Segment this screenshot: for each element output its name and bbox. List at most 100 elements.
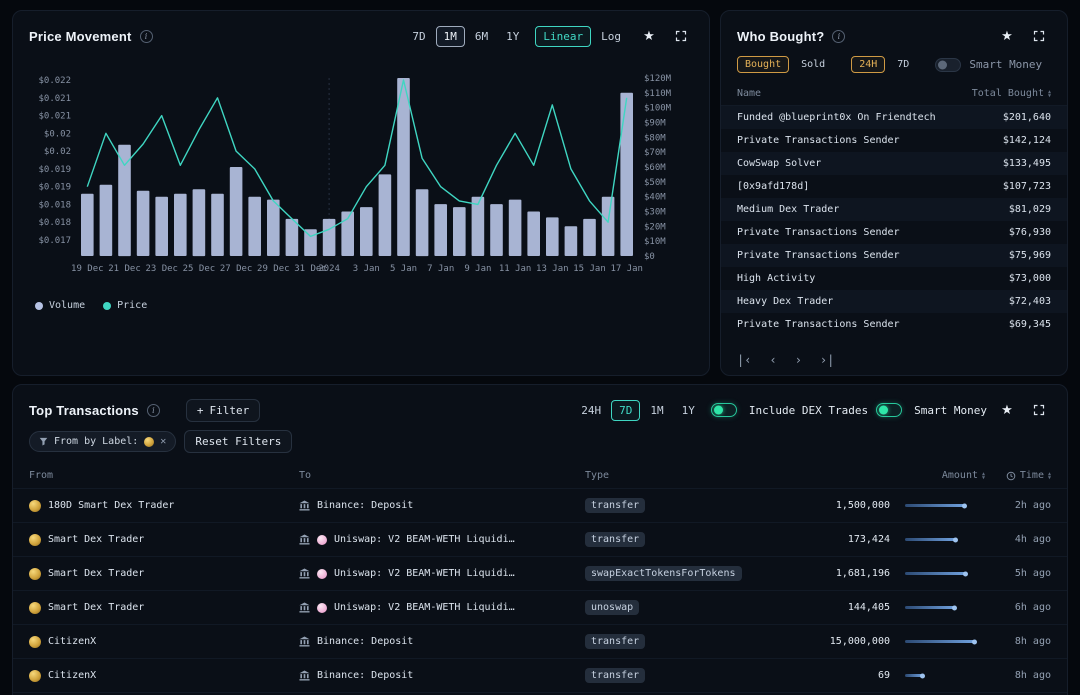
column-total-bought[interactable]: Total Bought ▲▼ — [972, 88, 1051, 99]
range-1m-button[interactable]: 1M — [642, 400, 671, 421]
column-from[interactable]: From — [29, 470, 299, 481]
amount-bar — [905, 640, 975, 643]
svg-text:2024: 2024 — [318, 264, 340, 274]
who-bought-row[interactable]: Private Transactions Sender$75,969 — [721, 244, 1067, 267]
wallet-label[interactable]: Private Transactions Sender — [737, 227, 900, 238]
from-cell[interactable]: Smart Dex Trader — [29, 568, 299, 580]
from-cell[interactable]: CitizenX — [29, 636, 299, 648]
filter-chip-from-by-label[interactable]: From by Label: ✕ — [29, 431, 176, 452]
transaction-row[interactable]: Smart Dex TraderUniswap: V2 BEAM-WETH Li… — [13, 522, 1067, 556]
info-icon[interactable]: i — [832, 30, 845, 43]
total-bought-value: $73,000 — [1009, 273, 1051, 284]
column-name[interactable]: Name — [737, 88, 761, 99]
amount-value: 1,681,196 — [836, 568, 890, 579]
prev-page-button[interactable]: ‹ — [769, 353, 776, 367]
range-1y-button[interactable]: 1Y — [674, 400, 703, 421]
transaction-row[interactable]: Smart Dex TraderUniswap: V2 BEAM-WETH Li… — [13, 590, 1067, 624]
info-icon[interactable]: i — [147, 404, 160, 417]
from-cell[interactable]: Smart Dex Trader — [29, 602, 299, 614]
range-24h-button[interactable]: 24H — [573, 400, 609, 421]
close-icon[interactable]: ✕ — [160, 436, 166, 447]
column-time[interactable]: Time ▲▼ — [1006, 470, 1051, 481]
from-cell[interactable]: CitizenX — [29, 670, 299, 682]
to-cell[interactable]: Uniswap: V2 BEAM-WETH Liquidi… — [299, 602, 585, 613]
wallet-label[interactable]: Private Transactions Sender — [737, 135, 900, 146]
total-bought-value: $107,723 — [1003, 181, 1051, 192]
to-cell[interactable]: Binance: Deposit — [299, 670, 585, 681]
uniswap-icon — [317, 535, 327, 545]
wallet-label[interactable]: [0x9afd178d] — [737, 181, 809, 192]
range-1y-button[interactable]: 1Y — [498, 26, 527, 47]
expand-icon[interactable] — [1027, 24, 1051, 48]
smart-money-toggle[interactable] — [876, 403, 902, 417]
price-chart-svg[interactable]: $0.022$0.021$0.021$0.02$0.02$0.019$0.019… — [28, 60, 694, 292]
svg-text:19 Dec: 19 Dec — [71, 264, 104, 274]
to-cell[interactable]: Uniswap: V2 BEAM-WETH Liquidi… — [299, 568, 585, 579]
wallet-label[interactable]: Funded @blueprint0x On Friendtech — [737, 112, 936, 123]
from-cell[interactable]: 180D Smart Dex Trader — [29, 500, 299, 512]
range-1m-button[interactable]: 1M — [436, 26, 465, 47]
reset-filters-button[interactable]: Reset Filters — [184, 430, 292, 453]
favorite-star-icon[interactable]: ★ — [995, 24, 1019, 48]
transaction-row[interactable]: CitizenXBinance: Deposittransfer15,000,0… — [13, 624, 1067, 658]
range-7d-button[interactable]: 7D — [611, 400, 640, 421]
coin-icon — [29, 602, 41, 614]
column-type[interactable]: Type — [585, 470, 821, 481]
range-24h-button[interactable]: 24H — [851, 56, 885, 73]
range-6m-button[interactable]: 6M — [467, 26, 496, 47]
who-bought-row[interactable]: Medium Dex Trader$81,029 — [721, 198, 1067, 221]
next-page-button[interactable]: › — [795, 353, 802, 367]
time-value: 6h ago — [1015, 602, 1051, 613]
scale-log-button[interactable]: Log — [593, 26, 629, 47]
add-filter-button[interactable]: + Filter — [186, 399, 260, 422]
favorite-star-icon[interactable]: ★ — [637, 24, 661, 48]
wallet-label[interactable]: CowSwap Solver — [737, 158, 821, 169]
plus-icon: + — [197, 404, 204, 417]
who-bought-row[interactable]: Heavy Dex Trader$72,403 — [721, 290, 1067, 313]
from-cell[interactable]: Smart Dex Trader — [29, 534, 299, 546]
wallet-label[interactable]: Private Transactions Sender — [737, 250, 900, 261]
amount-bar-fill — [905, 538, 956, 541]
range-7d-button[interactable]: 7D — [404, 26, 433, 47]
to-cell[interactable]: Binance: Deposit — [299, 636, 585, 647]
svg-text:23 Dec: 23 Dec — [145, 264, 178, 274]
include-dex-trades-toggle[interactable] — [711, 403, 737, 417]
smart-money-toggle[interactable] — [935, 58, 961, 72]
expand-icon[interactable] — [669, 24, 693, 48]
transaction-row[interactable]: Smart Dex TraderUniswap: V2 BEAM-WETH Li… — [13, 556, 1067, 590]
last-page-button[interactable]: ›| — [820, 353, 834, 367]
who-bought-row[interactable]: Private Transactions Sender$69,345 — [721, 313, 1067, 336]
who-bought-row[interactable]: High Activity $73,000 — [721, 267, 1067, 290]
transaction-row[interactable]: CitizenXBinance: Deposittransfer698h ago — [13, 658, 1067, 692]
who-bought-row[interactable]: Private Transactions Sender$142,124 — [721, 129, 1067, 152]
who-bought-row[interactable]: Private Transactions Sender$76,930 — [721, 221, 1067, 244]
wallet-label[interactable]: Medium Dex Trader — [737, 204, 839, 215]
price-legend-dot-icon — [103, 302, 111, 310]
coin-icon — [29, 670, 41, 682]
amount-bar — [905, 504, 975, 507]
type-cell: swapExactTokensForTokens — [585, 566, 821, 581]
info-icon[interactable]: i — [140, 30, 153, 43]
column-amount[interactable]: Amount ▲▼ — [942, 470, 985, 481]
bought-filter-button[interactable]: Bought — [737, 56, 789, 73]
price-panel-header: Price Movement i 7D 1M 6M 1Y Linear Log … — [13, 11, 709, 56]
range-7d-button[interactable]: 7D — [889, 56, 917, 73]
wallet-label[interactable]: Private Transactions Sender — [737, 319, 900, 330]
bank-icon — [299, 534, 310, 545]
scale-linear-button[interactable]: Linear — [535, 26, 591, 47]
to-cell[interactable]: Uniswap: V2 BEAM-WETH Liquidi… — [299, 534, 585, 545]
first-page-button[interactable]: |‹ — [737, 353, 751, 367]
who-bought-row[interactable]: [0x9afd178d] $107,723 — [721, 175, 1067, 198]
wallet-label[interactable]: Heavy Dex Trader — [737, 296, 833, 307]
wallet-label[interactable]: High Activity — [737, 273, 815, 284]
who-bought-row[interactable]: Funded @blueprint0x On Friendtech$201,64… — [721, 106, 1067, 129]
sold-filter-button[interactable]: Sold — [793, 56, 833, 73]
expand-icon[interactable] — [1027, 398, 1051, 422]
transaction-row[interactable]: 180D Smart Dex TraderBinance: Deposittra… — [13, 488, 1067, 522]
who-bought-row[interactable]: CowSwap Solver$133,495 — [721, 152, 1067, 175]
to-cell[interactable]: Binance: Deposit — [299, 500, 585, 511]
column-total-bought-label: Total Bought — [972, 88, 1044, 99]
who-bought-title: Who Bought? — [737, 29, 824, 44]
favorite-star-icon[interactable]: ★ — [995, 398, 1019, 422]
column-to[interactable]: To — [299, 470, 585, 481]
